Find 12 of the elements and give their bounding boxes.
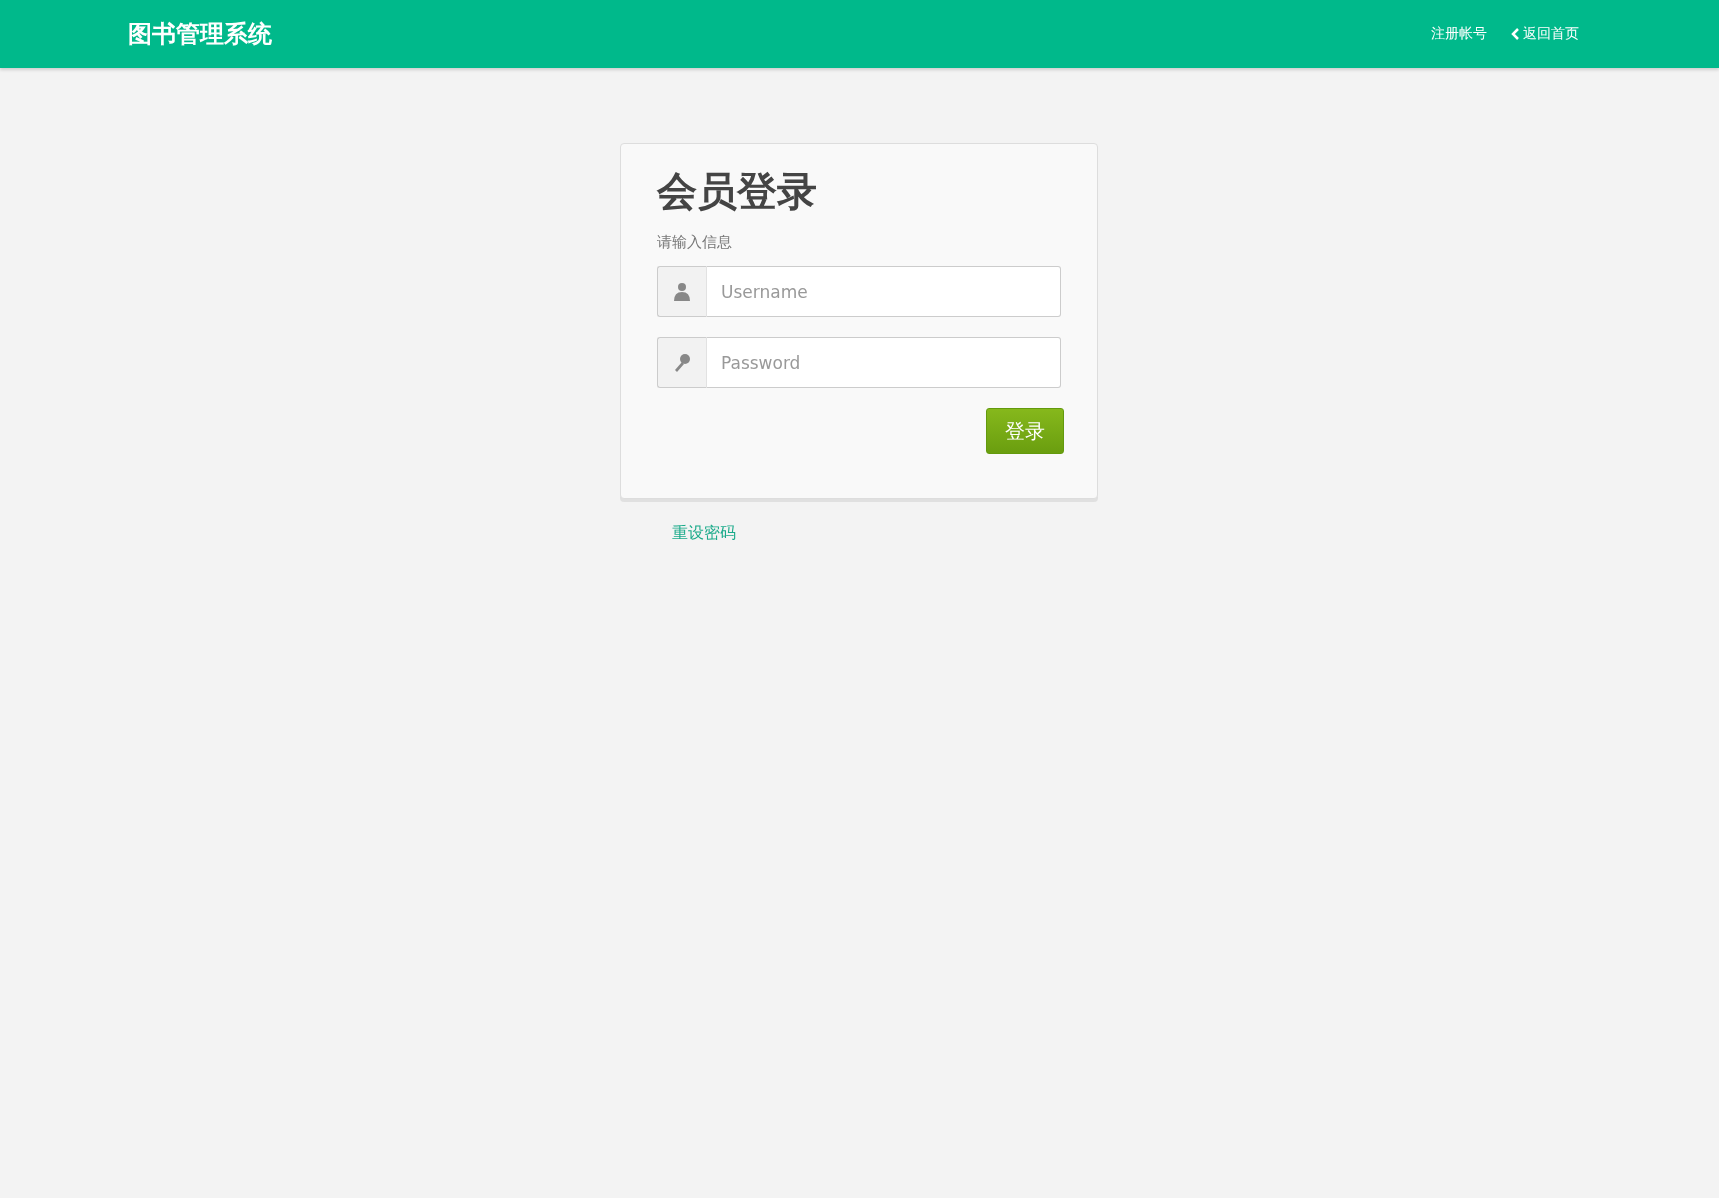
user-icon (673, 281, 691, 302)
nav-link[interactable]: 返回首页 (1511, 25, 1579, 43)
password-field[interactable]: Password (707, 337, 1061, 388)
key-icon (673, 352, 691, 373)
username-field[interactable]: Username (707, 266, 1061, 317)
reset-password-link[interactable]: 重设密码 (672, 523, 736, 544)
brand-title: 图书管理系统 (128, 19, 272, 50)
chevron-left-icon (1511, 28, 1519, 40)
login-button[interactable]: 登录 (986, 408, 1064, 454)
login-subtitle: 请输入信息 (657, 233, 733, 252)
nav-link[interactable]: 注册帐号 (1431, 25, 1487, 43)
login-title: 会员登录 (657, 167, 818, 216)
